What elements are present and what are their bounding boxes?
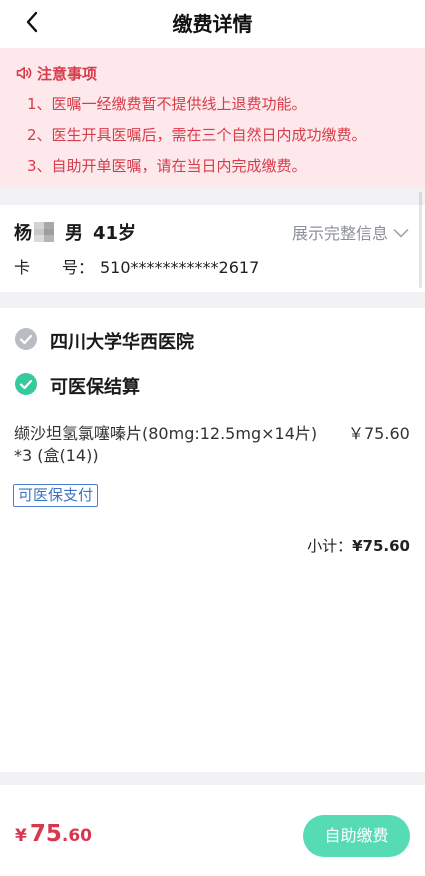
hospital-row: 四川大学华西医院: [15, 327, 194, 355]
notice-panel: 注意事项 1、医嘱一经缴费暂不提供线上退费功能。 2、医生开具医嘱后，需在三个自…: [0, 48, 425, 188]
notice-header: 注意事项: [16, 64, 97, 84]
name-mosaic: [34, 222, 54, 242]
medicine-price: ￥75.60: [348, 424, 410, 443]
card-number: 510***********2617: [100, 258, 260, 277]
self-pay-button[interactable]: 自助缴费: [303, 815, 410, 857]
footer-bar: ¥75.60 自助缴费: [0, 785, 425, 876]
subtotal-value: ¥75.60: [352, 537, 410, 555]
settlement-label: 可医保结算: [50, 377, 140, 398]
notice-title: 注意事项: [37, 65, 98, 83]
scrollbar[interactable]: [419, 192, 422, 288]
insurance-badge: 可医保支付: [13, 484, 99, 507]
settlement-row: 可医保结算: [15, 372, 140, 400]
subtotal: 小计：¥75.60: [307, 535, 410, 557]
chevron-down-icon: [388, 223, 409, 242]
notice-item: 2、医生开具医嘱后，需在三个自然日内成功缴费。: [27, 126, 367, 144]
page-title: 缴费详情: [172, 12, 253, 36]
card-label-part: 卡: [14, 258, 31, 277]
patient-gender: 男: [65, 223, 83, 244]
amount-integer: 75: [29, 821, 62, 847]
currency-symbol: ¥: [15, 826, 27, 846]
notice-item: 1、医嘱一经缴费暂不提供线上退费功能。: [27, 95, 307, 113]
patient-name: 杨: [14, 223, 32, 244]
show-full-info-toggle[interactable]: 展示完整信息: [292, 220, 409, 244]
show-full-info-label: 展示完整信息: [291, 224, 388, 243]
speaker-icon: [16, 65, 33, 84]
notice-item: 3、自助开单医嘱，请在当日内完成缴费。: [27, 157, 307, 175]
total-price: ¥75.60: [15, 821, 92, 851]
medicine-name: 缬沙坦氢氯噻嗪片(80mg:12.5mg×14片) *3 (盒(14)): [14, 424, 318, 465]
hospital-name: 四川大学华西医院: [50, 332, 194, 353]
check-circle-icon: [15, 372, 37, 400]
subtotal-label: 小计：: [307, 537, 353, 555]
patient-name-row: 杨 男 41岁: [14, 220, 136, 244]
check-circle-icon: [15, 327, 37, 355]
patient-age: 41岁: [93, 223, 137, 244]
order-card: 四川大学华西医院 可医保结算 缬沙坦氢氯噻嗪片(80mg:12.5mg×14片)…: [0, 308, 425, 772]
amount-decimal: .60: [61, 826, 92, 846]
header-bar: 缴费详情: [0, 0, 425, 48]
card-label-part: 号：: [62, 258, 95, 277]
patient-card: 杨 男 41岁 展示完整信息 卡 号： 510***********2617: [0, 205, 425, 292]
card-number-row: 卡 号： 510***********2617: [0, 257, 425, 279]
